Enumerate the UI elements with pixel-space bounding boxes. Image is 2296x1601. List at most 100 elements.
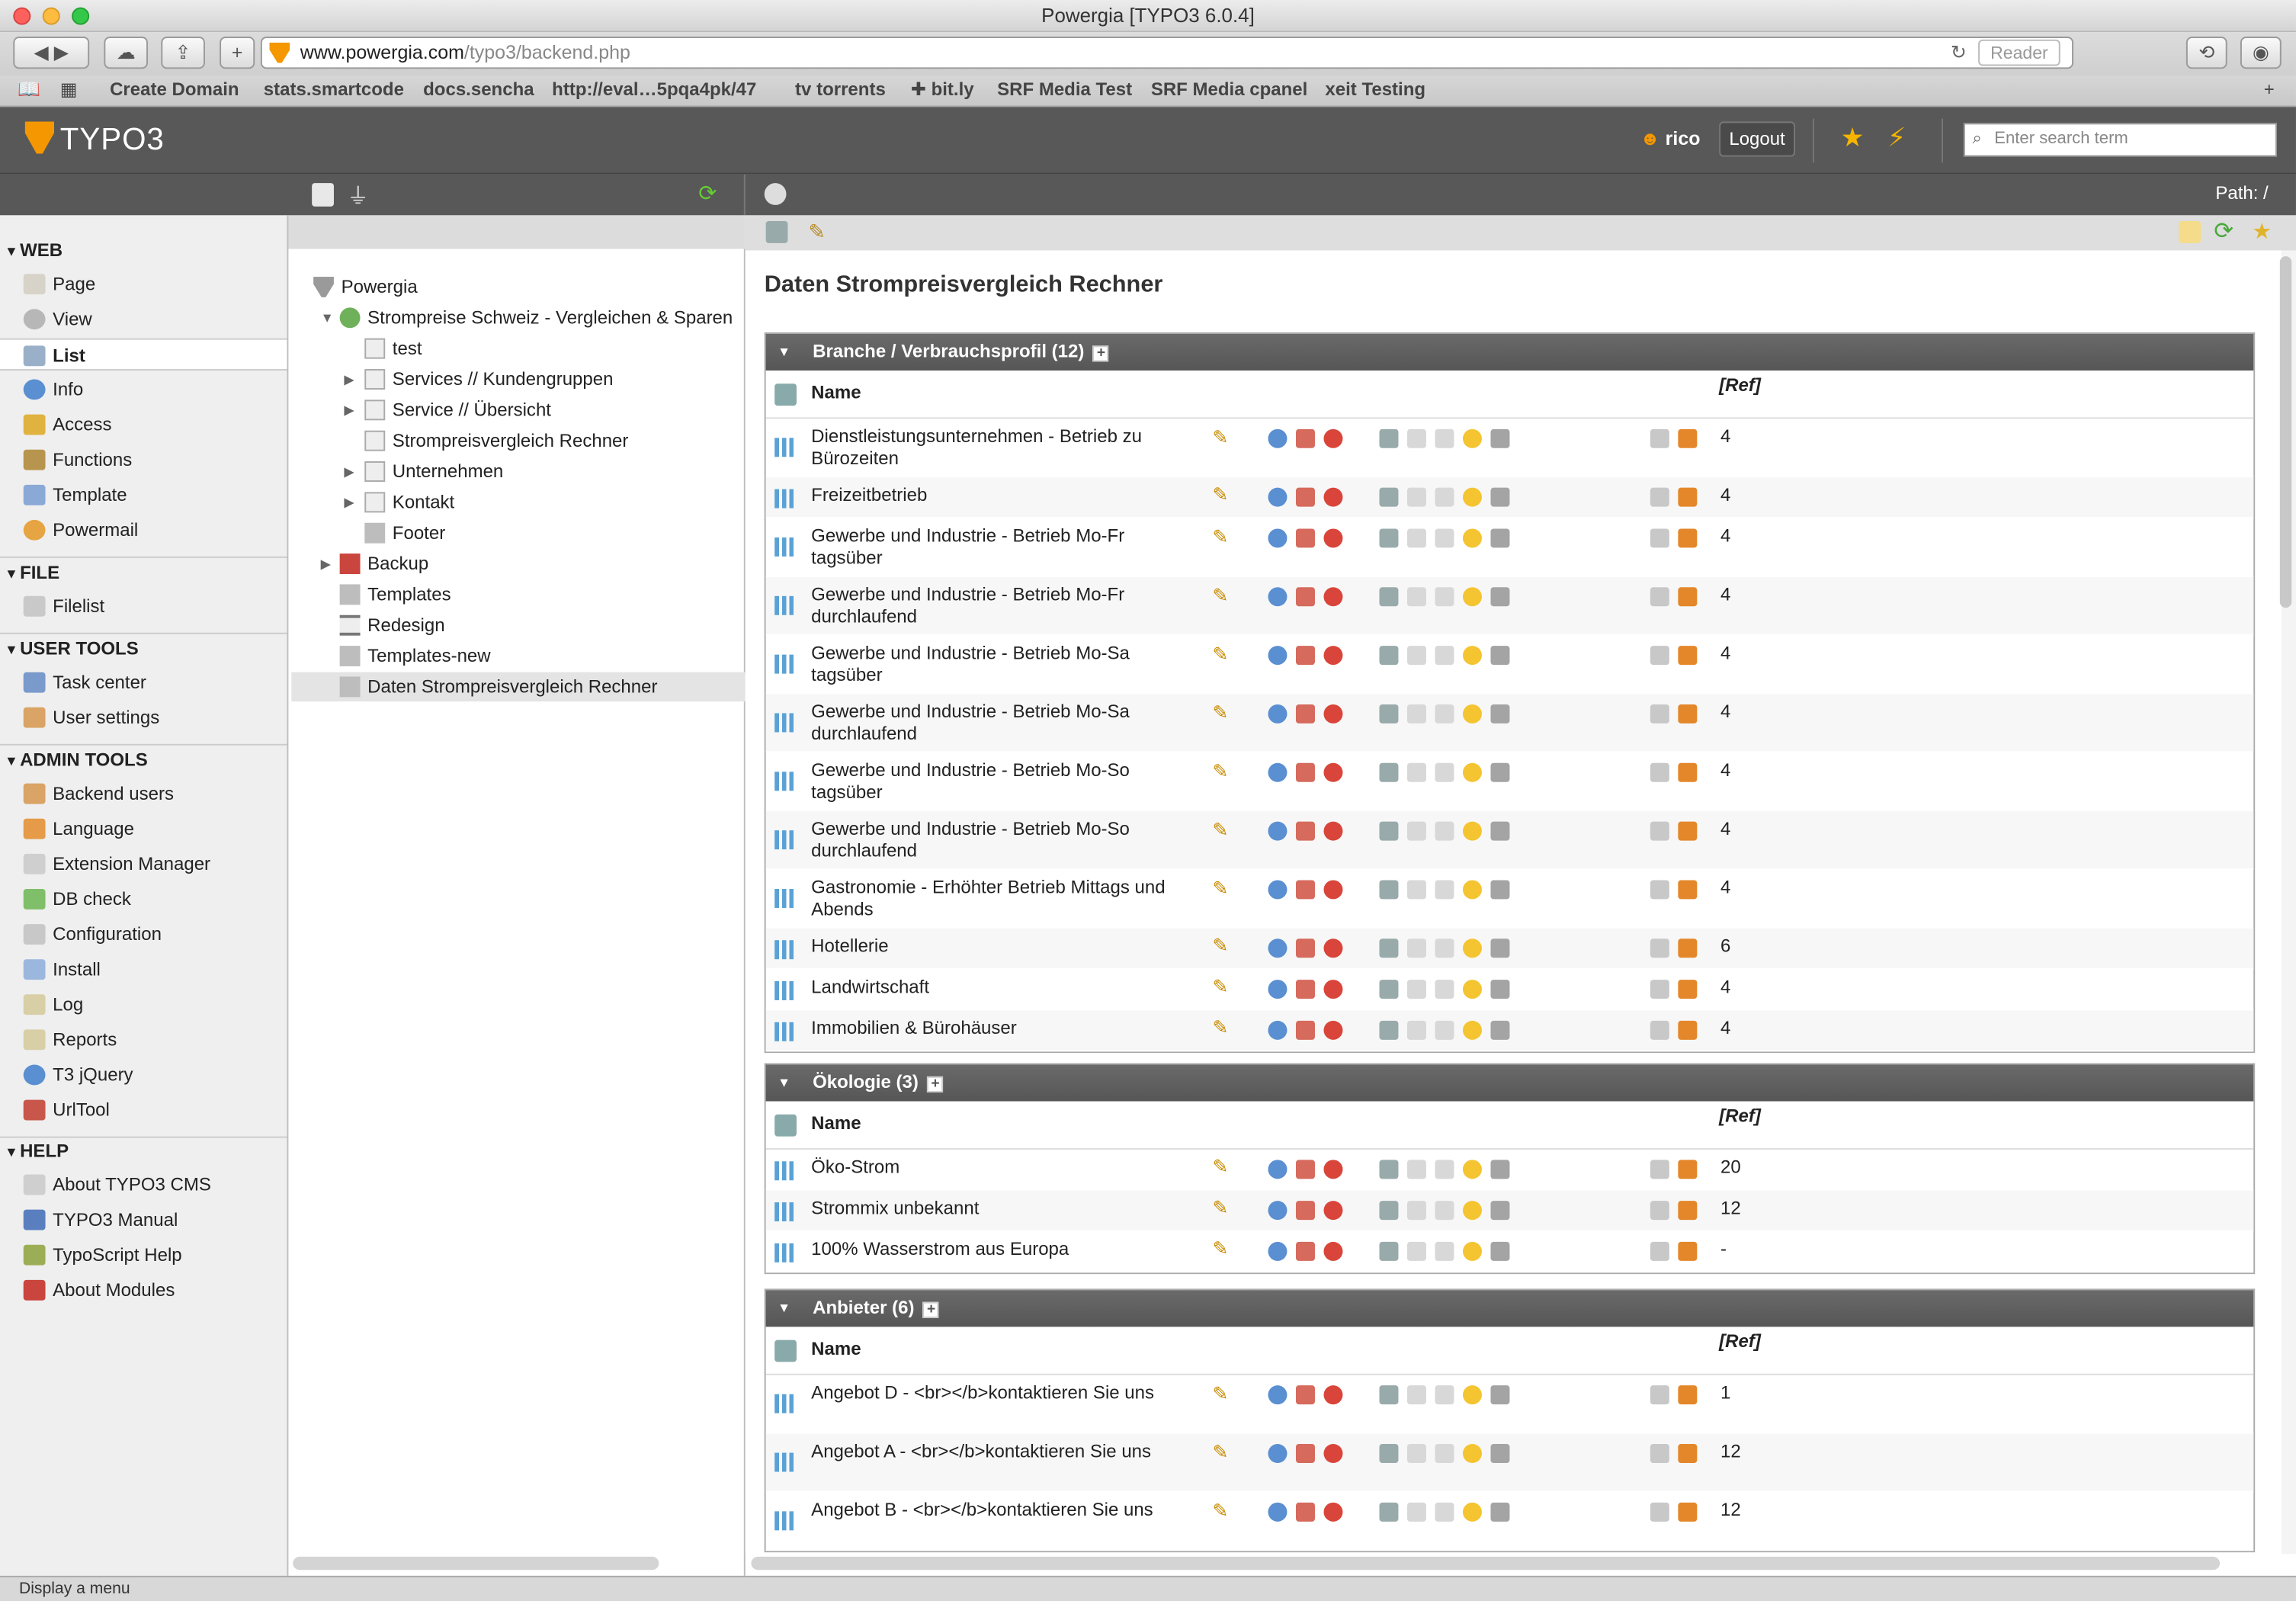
table-row[interactable]: Angebot B - <br></b>kontaktieren Sie uns… (765, 1492, 2254, 1551)
module-db-check[interactable]: DB check (23, 883, 287, 915)
info-icon[interactable] (1268, 1502, 1287, 1522)
edit-pencil-icon[interactable]: ✎ (1213, 1500, 1233, 1522)
module-log[interactable]: Log (23, 989, 287, 1021)
minimize-window-button[interactable] (42, 7, 60, 25)
versioning-icon[interactable] (1323, 980, 1343, 999)
forward-arrow-icon[interactable]: ▶ (54, 41, 69, 63)
copy-icon[interactable] (1650, 1444, 1669, 1463)
clipboard-icon[interactable] (2179, 221, 2201, 243)
versioning-icon[interactable] (1323, 1020, 1343, 1040)
edit-pencil-icon[interactable]: ✎ (1213, 1238, 1233, 1259)
tree-node[interactable]: Redesign (339, 611, 445, 640)
info-icon[interactable] (1268, 880, 1287, 900)
history-icon[interactable] (1295, 1444, 1315, 1463)
filter-icon[interactable]: ⏚ (347, 180, 369, 210)
table-header[interactable]: Branche / Verbrauchsprofil (12) + (765, 333, 2254, 371)
info-icon[interactable] (1268, 1241, 1287, 1261)
tree-node-root[interactable]: Powergia (313, 272, 418, 301)
record-type-icon[interactable] (774, 1452, 797, 1472)
table-row[interactable]: Freizeitbetrieb ✎ 4 (765, 477, 2254, 518)
versioning-icon[interactable] (1323, 821, 1343, 841)
move-up-icon[interactable] (1406, 487, 1426, 507)
hide-bulb-icon[interactable] (1462, 704, 1482, 723)
reader-button[interactable]: Reader (1978, 39, 2060, 66)
move-down-icon[interactable] (1435, 428, 1454, 448)
add-record-plus-icon[interactable]: + (927, 1076, 944, 1092)
table-row[interactable]: Gewerbe und Industrie - Betrieb Mo-Sa ta… (765, 636, 2254, 695)
user-menu[interactable]: ☻ rico (1640, 127, 1700, 149)
hide-bulb-icon[interactable] (1462, 528, 1482, 548)
record-type-icon[interactable] (774, 537, 797, 557)
history-icon[interactable] (1295, 980, 1315, 999)
new-record-after-icon[interactable] (1379, 1444, 1399, 1463)
history-icon[interactable]: ⟲ (2185, 37, 2227, 69)
address-bar[interactable]: www.powergia.com/typo3/backend.php ↻ Rea… (260, 37, 2073, 69)
tree-node[interactable]: Unternehmen (364, 457, 503, 486)
hide-bulb-icon[interactable] (1462, 938, 1482, 958)
history-icon[interactable] (1295, 1201, 1315, 1221)
versioning-icon[interactable] (1323, 428, 1343, 448)
record-type-icon[interactable] (774, 1022, 797, 1041)
hide-bulb-icon[interactable] (1462, 1385, 1482, 1405)
history-icon[interactable] (1295, 762, 1315, 782)
table-row[interactable]: Angebot D - <br></b>kontaktieren Sie uns… (765, 1375, 2254, 1434)
reload-icon[interactable]: ⟳ (2214, 217, 2233, 245)
table-row[interactable]: Öko-Strom ✎ 20 (765, 1150, 2254, 1191)
move-up-icon[interactable] (1406, 880, 1426, 900)
bookmark-link[interactable]: SRF Media Test (997, 76, 1132, 104)
record-type-icon[interactable] (774, 1161, 797, 1181)
info-icon[interactable] (1268, 980, 1287, 999)
edit-pencil-icon[interactable]: ✎ (1213, 976, 1233, 997)
delete-trash-icon[interactable] (1490, 1444, 1510, 1463)
new-record-after-icon[interactable] (1379, 880, 1399, 900)
edit-pencil-icon[interactable]: ✎ (1213, 761, 1233, 782)
move-up-icon[interactable] (1406, 1020, 1426, 1040)
module-task-center[interactable]: Task center (23, 666, 287, 698)
bookmark-link[interactable]: docs.sencha (423, 76, 534, 104)
delete-trash-icon[interactable] (1490, 587, 1510, 607)
new-record-after-icon[interactable] (1379, 428, 1399, 448)
collapse-icon[interactable] (764, 183, 787, 205)
hide-bulb-icon[interactable] (1462, 880, 1482, 900)
cut-icon[interactable] (1678, 1201, 1698, 1221)
module-powermail[interactable]: Powermail (23, 514, 287, 546)
record-type-icon[interactable] (774, 1511, 797, 1531)
hide-bulb-icon[interactable] (1462, 980, 1482, 999)
module-configuration[interactable]: Configuration (23, 918, 287, 950)
bookmark-link[interactable]: ✚ bit.ly (911, 76, 974, 104)
versioning-icon[interactable] (1323, 704, 1343, 723)
delete-trash-icon[interactable] (1490, 1241, 1510, 1261)
delete-trash-icon[interactable] (1490, 528, 1510, 548)
cut-icon[interactable] (1678, 587, 1698, 607)
table-row[interactable]: Hotellerie ✎ 6 (765, 928, 2254, 970)
cut-icon[interactable] (1678, 880, 1698, 900)
cut-icon[interactable] (1678, 1385, 1698, 1405)
bookmarks-star-icon[interactable]: ★ (1841, 123, 1865, 153)
edit-pencil-icon[interactable]: ✎ (1213, 935, 1233, 956)
table-row[interactable]: Gewerbe und Industrie - Betrieb Mo-Sa du… (765, 694, 2254, 753)
tree-node[interactable]: Strompreise Schweiz - Vergleichen & Spar… (339, 303, 733, 332)
new-record-after-icon[interactable] (1379, 528, 1399, 548)
info-icon[interactable] (1268, 1020, 1287, 1040)
edit-pencil-icon[interactable]: ✎ (1213, 1017, 1233, 1038)
table-row[interactable]: Gewerbe und Industrie - Betrieb Mo-Fr ta… (765, 518, 2254, 577)
hide-bulb-icon[interactable] (1462, 487, 1482, 507)
module-view[interactable]: View (23, 303, 287, 335)
table-header[interactable]: Ökologie (3) + (765, 1064, 2254, 1102)
cut-icon[interactable] (1678, 1020, 1698, 1040)
versioning-icon[interactable] (1323, 1201, 1343, 1221)
info-icon[interactable] (1268, 821, 1287, 841)
delete-trash-icon[interactable] (1490, 1201, 1510, 1221)
history-icon[interactable] (1295, 587, 1315, 607)
cut-icon[interactable] (1678, 1241, 1698, 1261)
module-backend-users[interactable]: Backend users (23, 778, 287, 810)
new-record-after-icon[interactable] (1379, 980, 1399, 999)
tree-node[interactable]: Footer (364, 518, 445, 547)
section-user-tools[interactable]: USER TOOLS (8, 639, 139, 659)
history-icon[interactable] (1295, 821, 1315, 841)
info-icon[interactable] (1268, 587, 1287, 607)
column-name[interactable]: Name (811, 1339, 861, 1359)
versioning-icon[interactable] (1323, 528, 1343, 548)
edit-pencil-icon[interactable]: ✎ (1213, 1157, 1233, 1178)
table-row[interactable]: Gastronomie - Erhöhter Betrieb Mittags u… (765, 870, 2254, 929)
